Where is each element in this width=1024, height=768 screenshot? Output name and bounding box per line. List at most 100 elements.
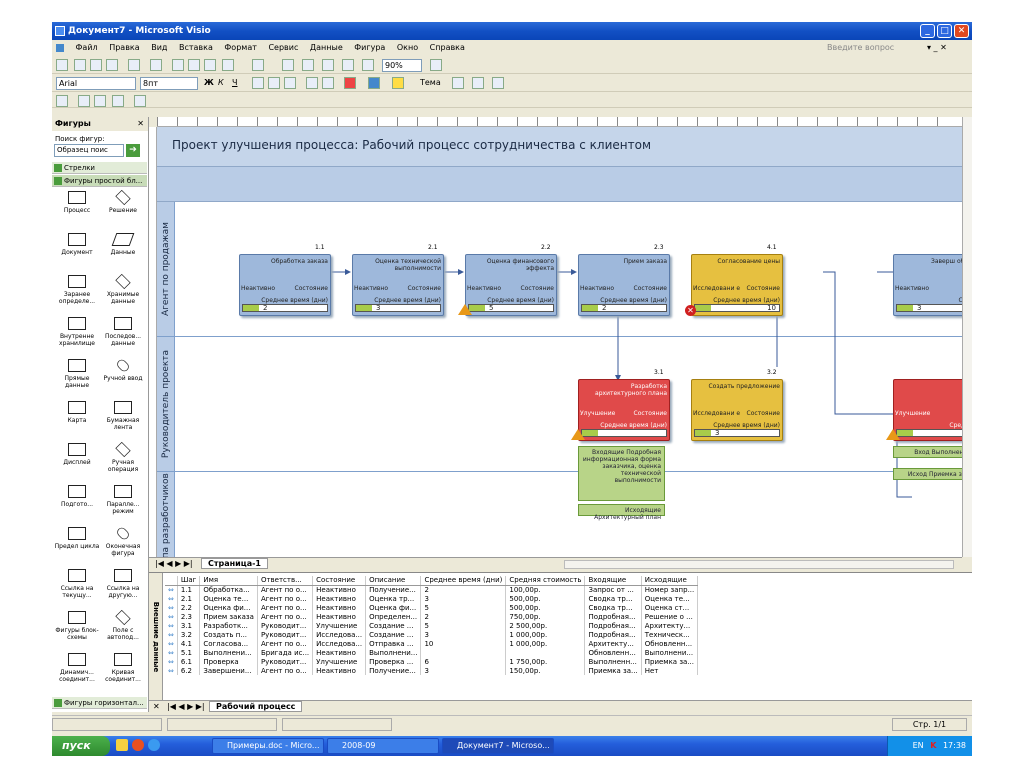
doc-window-controls[interactable]: ▾ _ ✕ — [927, 40, 947, 56]
align-center-icon[interactable] — [268, 77, 280, 89]
process-box[interactable]: Оценка финансового эффекта Неактивно Состо… — [465, 254, 557, 316]
quicklaunch-icon[interactable] — [148, 739, 160, 751]
open-icon[interactable] — [74, 59, 86, 71]
bold-button[interactable]: Ж — [204, 78, 214, 87]
table-row[interactable]: ⇔ 3.1 Разработк... Руководит... Улучшение Соз… — [165, 621, 699, 630]
column-header[interactable]: Исходящие — [641, 576, 699, 586]
shape-item[interactable]: Процесс — [54, 191, 100, 214]
shape-item[interactable]: Внутренне хранилище — [54, 317, 100, 347]
table-row[interactable]: ⇔ 6.2 Завершени... Агент по о... Неактивно По… — [165, 666, 699, 675]
shape-item[interactable]: Поле с автопод... — [100, 609, 146, 641]
theme-button[interactable]: Тема — [420, 78, 441, 87]
column-header[interactable]: Ответств... — [257, 576, 314, 586]
task-folder[interactable]: 2008-09 — [327, 738, 439, 754]
stencil-horizontal[interactable]: Фигуры горизонтал... — [52, 697, 147, 709]
shape-item[interactable]: Ссылка на другую... — [100, 569, 146, 599]
horizontal-scrollbar[interactable] — [564, 560, 954, 569]
column-header[interactable]: Имя — [199, 576, 258, 586]
column-header[interactable] — [165, 576, 178, 586]
quicklaunch-icon[interactable] — [116, 739, 128, 751]
shape-item[interactable]: Динамич... соединит... — [54, 653, 100, 683]
data-graphics-icon[interactable] — [56, 95, 68, 107]
link-data-icon[interactable] — [78, 95, 90, 107]
shape-item[interactable]: Карта — [54, 401, 100, 424]
drawing-canvas[interactable]: Проект улучшения процесса: Рабочий проце… — [157, 127, 962, 557]
print-icon[interactable] — [106, 59, 118, 71]
shape-item[interactable]: Ручная операция — [100, 441, 146, 473]
close-button[interactable]: ✕ — [954, 24, 969, 38]
menu-data[interactable]: Данные — [310, 43, 343, 52]
shape-item[interactable]: Подгото... — [54, 485, 100, 508]
shape-item[interactable]: Хранимые данные — [100, 273, 146, 305]
line-weight-icon[interactable] — [452, 77, 464, 89]
menu-file[interactable]: Файл — [76, 43, 98, 52]
shape-item[interactable]: Дисплей — [54, 443, 100, 466]
cut-icon[interactable] — [172, 59, 184, 71]
font-size-select[interactable]: 8пт — [140, 77, 198, 90]
hyperlink-icon[interactable] — [94, 95, 106, 107]
minimize-button[interactable]: _ — [920, 24, 935, 38]
text-tool-icon[interactable] — [322, 59, 334, 71]
maximize-button[interactable]: □ — [937, 24, 952, 38]
connector-tool-icon[interactable] — [302, 59, 314, 71]
shape-item[interactable]: Документ — [54, 233, 100, 256]
shape-item[interactable]: Предел цикла — [54, 527, 100, 550]
font-select[interactable]: Arial — [56, 77, 136, 90]
save-icon[interactable] — [90, 59, 102, 71]
shape-search-input[interactable]: Образец поис — [54, 144, 124, 157]
language-indicator[interactable]: EN — [913, 741, 924, 750]
ext-data-tab[interactable]: Рабочий процесс — [209, 701, 303, 712]
redo-icon[interactable] — [252, 59, 264, 71]
process-box[interactable]: Обработка заказа Неактивно Состояние Средне… — [239, 254, 331, 316]
vertical-scrollbar[interactable] — [962, 117, 972, 557]
process-box[interactable]: Согласование цены Исследовани е Состояние С… — [691, 254, 783, 316]
column-header[interactable]: Входящие — [584, 576, 642, 586]
menu-shape[interactable]: Фигура — [354, 43, 385, 52]
table-row[interactable]: ⇔ 1.1 Обработка... Агент по о... Неактивно По… — [165, 585, 699, 594]
spelling-icon[interactable] — [150, 59, 162, 71]
shape-item[interactable]: Прямые данные — [54, 359, 100, 389]
table-row[interactable]: ⇔ 3.2 Создать п... Руководит... Исследова...… — [165, 630, 699, 639]
table-row[interactable]: ⇔ 4.1 Согласова... Агент по о... Исследова..… — [165, 639, 699, 648]
menu-help[interactable]: Справка — [430, 43, 465, 52]
shape-item[interactable]: Кривая соединит... — [100, 653, 146, 683]
stamp-icon[interactable] — [342, 59, 354, 71]
help-search-input[interactable]: Введите вопрос — [827, 40, 894, 56]
task-visio[interactable]: Документ7 - Microso... — [442, 738, 554, 754]
zoom-select[interactable]: 90% — [382, 59, 422, 72]
quicklaunch-icon[interactable] — [132, 739, 144, 751]
antivirus-icon[interactable]: K — [930, 741, 936, 750]
process-box[interactable]: Прием заказа Неактивно Состояние Среднее вр… — [578, 254, 670, 316]
shape-item[interactable]: Оконечная фигура — [100, 525, 146, 557]
align-right-icon[interactable] — [284, 77, 296, 89]
menu-view[interactable]: Вид — [151, 43, 167, 52]
italic-button[interactable]: К — [218, 78, 224, 87]
menu-tools[interactable]: Сервис — [268, 43, 298, 52]
shape-item[interactable]: Бумажная лента — [100, 401, 146, 431]
underline-button[interactable]: Ч — [232, 78, 237, 87]
toolbar-options-icon[interactable] — [134, 95, 146, 107]
column-header[interactable]: Состояние — [312, 576, 367, 586]
menu-insert[interactable]: Вставка — [179, 43, 213, 52]
process-box[interactable]: Создать предложение Исследовани е Состояни… — [691, 379, 783, 441]
shape-item[interactable]: Решение — [100, 189, 146, 214]
shape-item[interactable]: Данные — [100, 233, 146, 256]
column-header[interactable]: Шаг — [177, 576, 201, 586]
table-row[interactable]: ⇔ 5.1 Выполнени... Бригада ис... Неактивно Вы… — [165, 648, 699, 657]
font-color-icon[interactable] — [344, 77, 356, 89]
column-header[interactable]: Средняя стоимость — [505, 576, 586, 586]
process-box[interactable]: Заверш обязатеНеактивноСостоСредне3 — [893, 254, 962, 316]
shape-item[interactable]: Заранее определе... — [54, 275, 100, 305]
line-ends-icon[interactable] — [492, 77, 504, 89]
process-box[interactable]: Разработка архитектурного плана Улучшение… — [578, 379, 670, 441]
preview-icon[interactable] — [128, 59, 140, 71]
undo-icon[interactable] — [222, 59, 234, 71]
process-box[interactable]: Оценка технической выполнимости Неактивно… — [352, 254, 444, 316]
indent-icon[interactable] — [322, 77, 334, 89]
column-header[interactable]: Описание — [365, 576, 422, 586]
stencil-basic-flowchart[interactable]: Фигуры простой бл... — [52, 175, 147, 187]
table-row[interactable]: ⇔ 2.2 Оценка фи... Агент по о... Неактивно Оц… — [165, 603, 699, 612]
start-button[interactable]: пуск — [52, 736, 110, 756]
pan-zoom-icon[interactable] — [362, 59, 374, 71]
ext-nav-icons[interactable]: |◀ ◀ ▶ ▶| — [167, 702, 205, 711]
